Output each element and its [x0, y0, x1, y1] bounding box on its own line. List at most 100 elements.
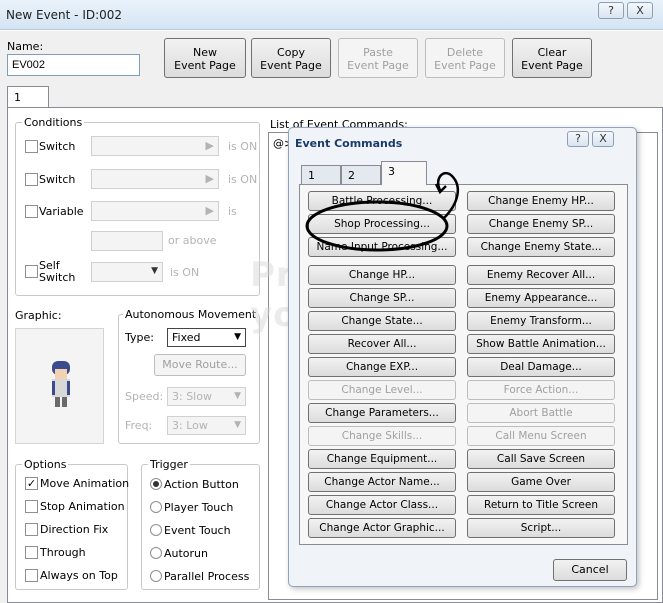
variable-value-spinner[interactable]	[91, 231, 163, 251]
event-touch-radio[interactable]	[150, 524, 162, 536]
speed-select[interactable]: 3: Slow ▼	[167, 387, 246, 406]
variable-selector[interactable]: ▶	[91, 201, 219, 221]
change-level-button[interactable]: Change Level...	[308, 380, 456, 400]
change-skills-button[interactable]: Change Skills...	[308, 426, 456, 446]
graphic-preview[interactable]	[15, 328, 104, 444]
self-switch-label: Self Switch	[39, 259, 76, 284]
direction-fix-label: Direction Fix	[40, 523, 109, 536]
change-parameters-button[interactable]: Change Parameters...	[308, 403, 456, 423]
change-state-button[interactable]: Change State...	[308, 311, 456, 331]
change-sp-button[interactable]: Change SP...	[308, 288, 456, 308]
switch1-is-on: is ON	[228, 140, 258, 153]
type-label: Type:	[125, 331, 154, 344]
self-switch-select[interactable]: ▼	[91, 262, 163, 282]
conditions-title: Conditions	[22, 116, 85, 129]
switch2-label: Switch	[39, 173, 76, 186]
switch2-is-on: is ON	[228, 173, 258, 186]
close-button[interactable]: X	[627, 2, 653, 19]
parallel-process-radio[interactable]	[150, 570, 162, 582]
autorun-label: Autorun	[164, 547, 209, 560]
recover-all-button[interactable]: Recover All...	[308, 334, 456, 354]
direction-fix-checkbox[interactable]	[25, 523, 38, 536]
type-select[interactable]: Fixed ▼	[167, 328, 246, 347]
abort-battle-button[interactable]: Abort Battle	[467, 403, 615, 423]
character-sprite-icon	[52, 361, 70, 407]
freq-label: Freq:	[125, 419, 153, 432]
options-title: Options	[22, 458, 69, 471]
self-switch-checkbox[interactable]	[25, 265, 38, 278]
always-on-top-label: Always on Top	[40, 569, 118, 582]
page-tab-1[interactable]: 1	[7, 86, 49, 108]
player-touch-radio[interactable]	[150, 501, 162, 513]
dialog-close-button[interactable]: X	[592, 131, 614, 147]
graphic-label: Graphic:	[15, 309, 62, 322]
enemy-transform-button[interactable]: Enemy Transform...	[467, 311, 615, 331]
deal-damage-button[interactable]: Deal Damage...	[467, 357, 615, 377]
stop-animation-checkbox[interactable]	[25, 500, 38, 513]
name-input[interactable]	[7, 54, 140, 76]
movement-title: Autonomous Movement	[123, 308, 259, 321]
switch2-checkbox[interactable]	[25, 173, 38, 186]
parallel-process-label: Parallel Process	[164, 570, 250, 583]
event-commands-dialog: Event Commands ? X 123 Battle Processing…	[288, 127, 637, 587]
change-equipment-button[interactable]: Change Equipment...	[308, 449, 456, 469]
title-bar: New Event - ID:002 ? X	[0, 0, 663, 30]
script-button[interactable]: Script...	[467, 518, 615, 538]
move-animation-label: Move Animation	[40, 477, 130, 490]
trigger-title: Trigger	[148, 458, 190, 471]
chevron-down-icon: ▼	[234, 332, 241, 342]
force-action-button[interactable]: Force Action...	[467, 380, 615, 400]
event-touch-label: Event Touch	[164, 524, 231, 537]
show-battle-animation-button[interactable]: Show Battle Animation...	[467, 334, 615, 354]
enemy-appearance-button[interactable]: Enemy Appearance...	[467, 288, 615, 308]
enemy-recover-all-button[interactable]: Enemy Recover All...	[467, 265, 615, 285]
stop-animation-label: Stop Animation	[40, 500, 125, 513]
variable-checkbox[interactable]	[25, 205, 38, 218]
change-hp-button[interactable]: Change HP...	[308, 265, 456, 285]
change-actor-class-button[interactable]: Change Actor Class...	[308, 495, 456, 515]
action-button-label: Action Button	[164, 478, 239, 491]
action-button-radio[interactable]	[150, 478, 162, 490]
chevron-down-icon: ▼	[151, 266, 158, 276]
speed-label: Speed:	[125, 390, 164, 403]
move-route-button[interactable]: Move Route...	[154, 354, 246, 376]
change-enemy-sp-button[interactable]: Change Enemy SP...	[467, 214, 615, 234]
return-to-title-screen-button[interactable]: Return to Title Screen	[467, 495, 615, 515]
chevron-down-icon: ▼	[234, 420, 241, 430]
switch2-selector[interactable]: ▶	[91, 169, 219, 189]
variable-is: is	[228, 205, 237, 218]
delete-event-page-button[interactable]: Delete Event Page	[425, 38, 505, 78]
call-menu-screen-button[interactable]: Call Menu Screen	[467, 426, 615, 446]
change-actor-name-button[interactable]: Change Actor Name...	[308, 472, 456, 492]
variable-label: Variable	[39, 205, 84, 218]
hand-drawn-highlight-annotation	[305, 171, 460, 252]
clear-event-page-button[interactable]: Clear Event Page	[512, 38, 592, 78]
through-checkbox[interactable]	[25, 546, 38, 559]
game-over-button[interactable]: Game Over	[467, 472, 615, 492]
switch1-checkbox[interactable]	[25, 140, 38, 153]
autorun-radio[interactable]	[150, 547, 162, 559]
change-exp-button[interactable]: Change EXP...	[308, 357, 456, 377]
new-event-page-button[interactable]: New Event Page	[164, 38, 246, 78]
change-actor-graphic-button[interactable]: Change Actor Graphic...	[308, 518, 456, 538]
player-touch-label: Player Touch	[164, 501, 234, 514]
change-enemy-state-button[interactable]: Change Enemy State...	[467, 237, 615, 257]
move-animation-checkbox[interactable]: ✓	[25, 477, 38, 490]
or-above-label: or above	[168, 234, 217, 247]
paste-event-page-button[interactable]: Paste Event Page	[338, 38, 418, 78]
copy-event-page-button[interactable]: Copy Event Page	[251, 38, 331, 78]
switch1-selector[interactable]: ▶	[91, 136, 219, 156]
freq-select[interactable]: 3: Low ▼	[167, 416, 246, 435]
window-title: New Event - ID:002	[6, 8, 123, 22]
self-switch-is-on: is ON	[170, 266, 200, 279]
chevron-down-icon: ▼	[234, 391, 241, 401]
cancel-button[interactable]: Cancel	[553, 559, 627, 581]
call-save-screen-button[interactable]: Call Save Screen	[467, 449, 615, 469]
dialog-help-button[interactable]: ?	[567, 131, 589, 147]
help-button[interactable]: ?	[598, 2, 624, 19]
name-label: Name:	[7, 40, 44, 53]
switch1-label: Switch	[39, 140, 76, 153]
through-label: Through	[40, 546, 86, 559]
change-enemy-hp-button[interactable]: Change Enemy HP...	[467, 191, 615, 211]
always-on-top-checkbox[interactable]	[25, 569, 38, 582]
